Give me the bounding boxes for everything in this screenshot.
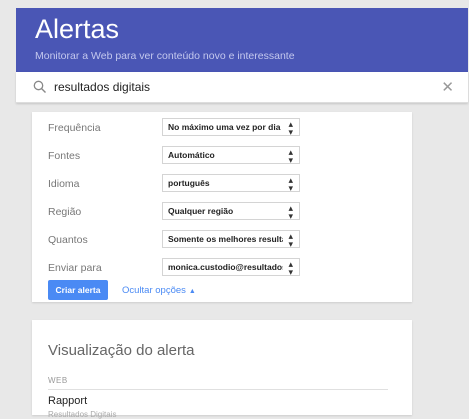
search-bar[interactable]: resultados digitais ✕	[16, 72, 468, 103]
option-label: Enviar para	[48, 262, 102, 274]
sources-select[interactable]: Automático ▴ ▾	[162, 146, 300, 165]
preview-title: Visualização do alerta	[48, 342, 195, 359]
alert-preview: Visualização do alerta WEB Rapport Resul…	[32, 320, 412, 419]
select-arrow-icon: ▴ ▾	[288, 119, 293, 137]
select-value: Automático	[168, 150, 215, 160]
region-select[interactable]: Qualquer região ▴ ▾	[162, 202, 300, 221]
divider	[48, 389, 388, 390]
option-row-frequency: Frequência No máximo uma vez por dia ▴ ▾	[32, 118, 412, 138]
preview-section-label: WEB	[48, 376, 68, 385]
select-value: Somente os melhores resultados	[168, 234, 283, 244]
how-many-select[interactable]: Somente os melhores resultados ▴▾	[162, 230, 300, 249]
select-arrow-icon: ▴ ▾	[288, 231, 293, 249]
select-value: português	[168, 178, 210, 188]
select-value: monica.custodio@resultadosdigitais	[168, 262, 283, 272]
option-row-sources: Fontes Automático ▴ ▾	[32, 146, 412, 166]
frequency-select[interactable]: No máximo uma vez por dia ▴ ▾	[162, 118, 300, 137]
select-arrow-icon: ▴ ▾	[288, 175, 293, 193]
send-to-select[interactable]: monica.custodio@resultadosdigitais ▴▾	[162, 258, 300, 277]
select-value: No máximo uma vez por dia	[168, 122, 281, 132]
option-label: Frequência	[48, 122, 101, 134]
create-alert-button[interactable]: Criar alerta	[48, 280, 108, 300]
option-row-how-many: Quantos Somente os melhores resultados ▴…	[32, 230, 412, 250]
select-arrow-icon: ▴ ▾	[288, 259, 293, 277]
chevron-up-icon: ▲	[188, 288, 196, 295]
option-label: Fontes	[48, 150, 81, 162]
option-label: Região	[48, 206, 82, 218]
option-row-region: Região Qualquer região ▴ ▾	[32, 202, 412, 222]
search-input[interactable]: resultados digitais	[54, 80, 150, 94]
option-row-send-to: Enviar para monica.custodio@resultadosdi…	[32, 258, 412, 278]
close-icon[interactable]: ✕	[441, 78, 454, 96]
page-title: Alertas	[35, 14, 120, 44]
search-icon	[33, 80, 46, 93]
language-select[interactable]: português ▴ ▾	[162, 174, 300, 193]
hide-options-label: Ocultar opções	[122, 285, 186, 296]
select-arrow-icon: ▴ ▾	[288, 147, 293, 165]
options-panel: Frequência No máximo uma vez por dia ▴ ▾ …	[32, 112, 412, 302]
hide-options-link[interactable]: Ocultar opções ▲	[122, 285, 196, 296]
preview-result-title[interactable]: Rapport	[48, 395, 87, 407]
select-arrow-icon: ▴ ▾	[288, 203, 293, 221]
option-row-language: Idioma português ▴ ▾	[32, 174, 412, 194]
page-subtitle: Monitorar a Web para ver conteúdo novo e…	[35, 50, 295, 62]
option-label: Idioma	[48, 178, 80, 190]
select-value: Qualquer região	[168, 206, 234, 216]
option-label: Quantos	[48, 234, 88, 246]
